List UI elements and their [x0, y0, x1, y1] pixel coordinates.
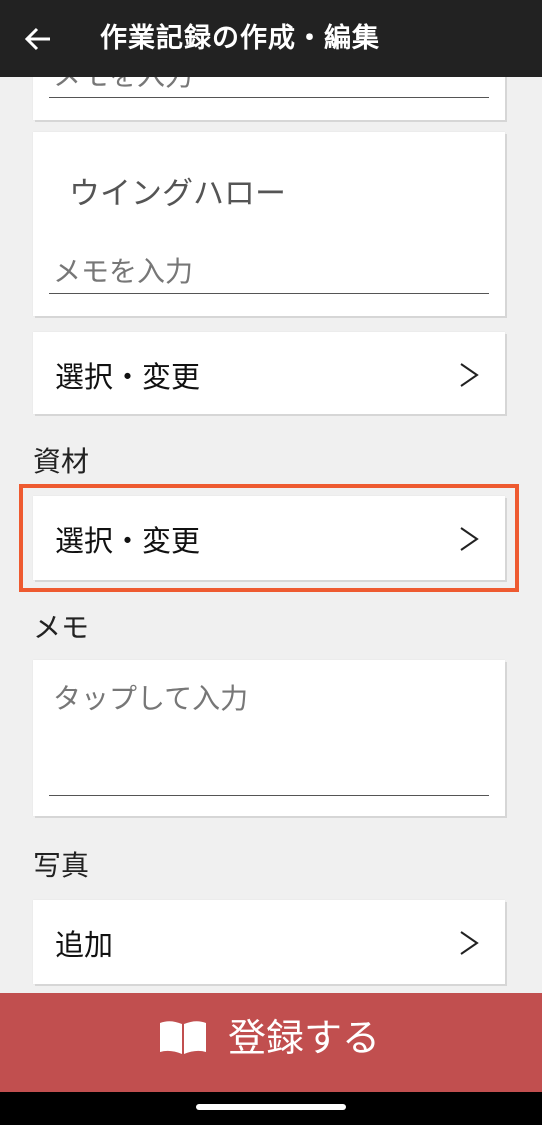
- system-nav-bar: [0, 1092, 542, 1125]
- item-name: ウイングハロー: [69, 176, 286, 212]
- materials-select-row[interactable]: 選択・変更: [33, 496, 505, 580]
- photo-section-label: 写真: [33, 849, 90, 882]
- chevron-right-icon: [460, 931, 479, 955]
- home-gesture-handle[interactable]: [196, 1104, 346, 1110]
- scroll-content[interactable]: ウイングハロー 選択・変更 資材 選択・変更 メモ 写真 追加: [0, 0, 542, 1125]
- book-open-icon: [160, 1021, 206, 1054]
- chevron-right-icon: [460, 527, 479, 551]
- materials-select-label: 選択・変更: [55, 524, 201, 558]
- select-change-label: 選択・変更: [55, 360, 201, 394]
- memo-card: [33, 660, 505, 816]
- memo-section-label: メモ: [33, 611, 90, 644]
- photo-add-row[interactable]: 追加: [33, 900, 505, 984]
- app-bar: 作業記録の作成・編集: [0, 0, 542, 77]
- memo-input[interactable]: [49, 682, 489, 796]
- materials-section-label: 資材: [33, 445, 90, 478]
- item-memo-input[interactable]: [49, 254, 489, 294]
- page-title: 作業記録の作成・編集: [100, 23, 380, 54]
- register-button[interactable]: 登録する: [0, 993, 542, 1092]
- photo-add-label: 追加: [55, 928, 114, 962]
- register-button-label: 登録する: [228, 1016, 381, 1060]
- back-arrow-icon[interactable]: [24, 26, 52, 52]
- select-change-row[interactable]: 選択・変更: [33, 332, 505, 414]
- chevron-right-icon: [460, 363, 479, 387]
- item-card: ウイングハロー: [33, 132, 505, 316]
